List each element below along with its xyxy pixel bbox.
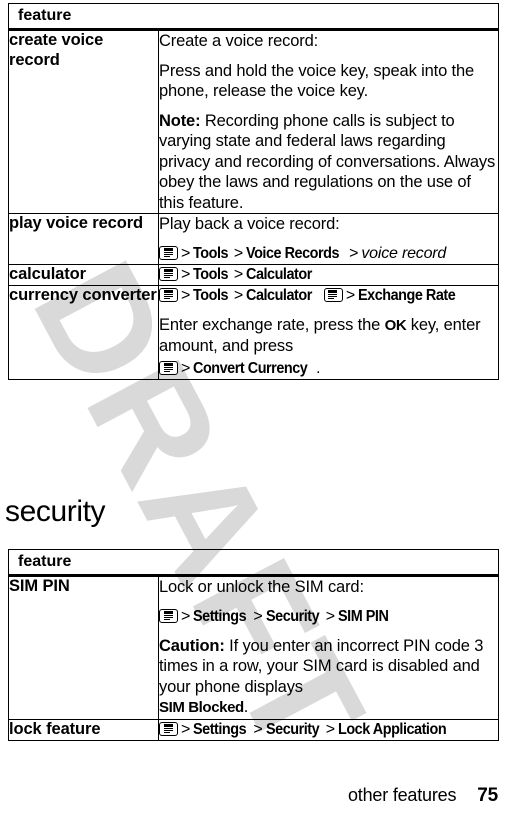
table-header-label: feature xyxy=(18,553,72,570)
path-suffix: . xyxy=(316,359,321,377)
path-separator: > xyxy=(233,286,244,304)
menu-path: > Tools > Calculator > Exchange Rate xyxy=(159,286,498,306)
path-separator: > xyxy=(345,286,356,304)
menu-path-item: Convert Currency xyxy=(193,359,308,377)
menu-key-icon xyxy=(159,245,178,260)
table-header-label: feature xyxy=(18,7,72,24)
menu-key-icon xyxy=(323,287,343,302)
menu-key-icon xyxy=(159,287,178,302)
menu-path-item: Settings xyxy=(193,607,247,625)
menu-path-item: Voice Records xyxy=(246,244,340,262)
path-separator: > xyxy=(181,265,191,283)
description-paragraph: Create a voice record: xyxy=(159,32,319,50)
path-separator: > xyxy=(253,607,263,625)
menu-path-item: SIM PIN xyxy=(337,607,389,625)
path-separator: > xyxy=(181,359,191,377)
caution-lead: Caution: xyxy=(159,636,225,655)
path-separator: > xyxy=(233,265,244,283)
feature-label: calculator xyxy=(9,264,86,283)
description-paragraph: Play back a voice record: xyxy=(159,215,340,233)
table-header-cell: feature xyxy=(8,549,499,577)
path-separator: > xyxy=(349,244,359,262)
note-body: Recording phone calls is subject to vary… xyxy=(159,111,496,212)
footer-page-number: 75 xyxy=(477,785,498,806)
menu-path-item: Tools xyxy=(193,286,229,304)
feature-cell: lock feature xyxy=(8,718,159,741)
menu-key-icon xyxy=(159,608,178,623)
description-paragraph: Enter exchange rate, press the OK key, e… xyxy=(159,315,481,356)
feature-cell: calculator xyxy=(8,263,159,286)
section-heading: security xyxy=(5,495,106,528)
feature-cell: create voice record xyxy=(8,29,159,214)
path-separator: > xyxy=(181,607,191,625)
path-separator: > xyxy=(325,720,335,738)
feature-label: create voice record xyxy=(9,31,104,69)
menu-path-item: Exchange Rate xyxy=(358,286,456,304)
description-cell: > Tools > Calculator > Exchange Rate Enter ex… xyxy=(158,284,499,380)
menu-path-item: Security xyxy=(265,607,320,625)
menu-path-item: Security xyxy=(265,720,320,738)
page-footer: other features 75 xyxy=(0,785,498,807)
table-row: SIM PIN Lock or unlock the SIM card: > Se… xyxy=(8,575,499,720)
menu-path-item: Calculator xyxy=(246,265,312,283)
path-separator: > xyxy=(325,607,335,625)
path-separator: > xyxy=(181,286,191,304)
description-paragraph: Caution: If you enter an incorrect PIN c… xyxy=(159,636,484,717)
description-cell: > Tools > Calculator xyxy=(158,263,499,286)
menu-key-icon xyxy=(159,721,178,736)
table-header-cell: feature xyxy=(8,3,499,31)
menu-path-item: Settings xyxy=(193,720,247,738)
path-separator: > xyxy=(181,720,191,738)
feature-table-other: feature create voice record Create a voi… xyxy=(8,3,499,380)
description-cell: Create a voice record: Press and hold th… xyxy=(158,29,499,214)
menu-path-item: Lock Application xyxy=(337,720,447,738)
menu-key-icon xyxy=(159,266,178,281)
menu-path: > Tools > Calculator xyxy=(159,265,498,285)
description-paragraph: Press and hold the voice key, speak into… xyxy=(159,61,475,101)
feature-cell: currency converter xyxy=(8,284,159,380)
key-label: OK xyxy=(384,316,407,334)
status-message-label: SIM Blocked xyxy=(159,699,244,716)
note-lead: Note: xyxy=(159,111,201,130)
description-cell: > Settings > Security > Lock Application xyxy=(158,718,499,741)
table-row: calculator > Tools > Calculator xyxy=(8,263,499,286)
path-separator: > xyxy=(253,720,263,738)
feature-table-security: feature SIM PIN Lock or unlock the SIM c… xyxy=(8,549,499,741)
footer-section-label: other features xyxy=(347,785,457,805)
menu-path: > Convert Currency. xyxy=(159,359,498,379)
path-separator: > xyxy=(233,244,244,262)
table-header-row: feature xyxy=(8,549,499,577)
feature-cell: play voice record xyxy=(8,213,159,265)
description-cell: Lock or unlock the SIM card: > Settings > S… xyxy=(158,575,499,720)
page-content: feature create voice record Create a voi… xyxy=(0,0,508,815)
menu-path-item: Calculator xyxy=(246,286,312,304)
menu-path-item: Tools xyxy=(193,244,229,262)
feature-label: currency converter xyxy=(9,285,157,304)
table-header-row: feature xyxy=(8,3,499,31)
path-separator: > xyxy=(181,244,191,262)
menu-path-variable: voice record xyxy=(361,244,447,262)
table-row: play voice record Play back a voice reco… xyxy=(8,213,499,265)
description-paragraph: Lock or unlock the SIM card: xyxy=(159,578,364,596)
description-cell: Play back a voice record: > Tools > Voice R… xyxy=(158,213,499,265)
menu-path: > Tools > Voice Records > voice record xyxy=(159,244,498,264)
feature-cell: SIM PIN xyxy=(8,575,159,720)
feature-label: SIM PIN xyxy=(9,577,70,595)
menu-key-icon xyxy=(159,360,178,375)
description-paragraph: Note: Recording phone calls is subject t… xyxy=(159,111,498,214)
feature-label: lock feature xyxy=(9,719,101,738)
feature-label: play voice record xyxy=(9,214,144,232)
table-row: currency converter > Tools > Calculator > Exc… xyxy=(8,284,499,380)
table-row: lock feature > Settings > Security > Lock App… xyxy=(8,718,499,741)
table-row: create voice record Create a voice recor… xyxy=(8,29,499,214)
menu-path: > Settings > Security > Lock Application xyxy=(159,720,498,740)
menu-path-item: Tools xyxy=(193,265,229,283)
menu-path: > Settings > Security > SIM PIN xyxy=(159,607,498,627)
